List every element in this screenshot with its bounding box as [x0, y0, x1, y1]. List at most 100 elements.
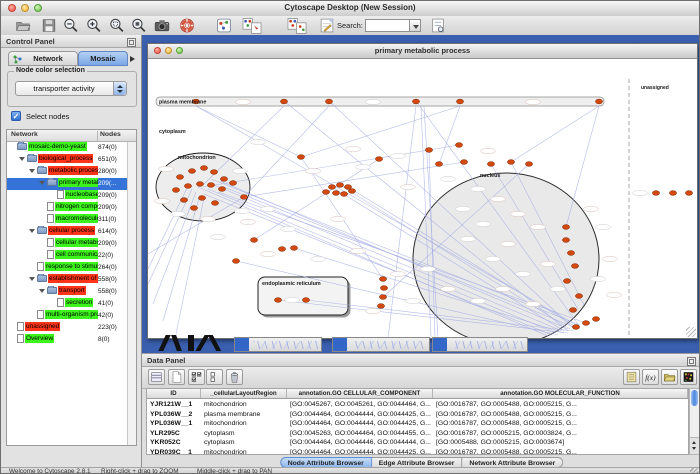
- network-node[interactable]: [232, 259, 239, 264]
- zoom-selected-region-icon[interactable]: [108, 17, 126, 34]
- tree-row-10[interactable]: response to stimulu264(0): [7, 262, 128, 274]
- network-node[interactable]: [412, 99, 419, 104]
- attribute-table[interactable]: ID_cellularLayoutRegionannotation.GO CEL…: [146, 388, 689, 455]
- network-node[interactable]: [172, 188, 179, 193]
- tree-row-13[interactable]: secretion41(0): [7, 298, 128, 310]
- table-cell[interactable]: [GO:0045267, GO:0045261, GO:0044464, G..…: [287, 400, 433, 410]
- table-cell[interactable]: YDR039C__1: [147, 448, 201, 456]
- network-node[interactable]: [188, 169, 195, 174]
- network-node[interactable]: [210, 170, 217, 175]
- network-window-resize-grip[interactable]: [686, 327, 696, 337]
- network-node[interactable]: [567, 251, 574, 256]
- network-node[interactable]: [563, 279, 570, 284]
- network-node[interactable]: [377, 304, 384, 309]
- table-cell[interactable]: [GO:0045263, GO:0044464, GO:0044455, G..…: [287, 429, 433, 439]
- table-column-header[interactable]: ID: [147, 389, 201, 399]
- table-cell[interactable]: YPL036W__2: [147, 410, 201, 420]
- tab-overflow-icon[interactable]: [128, 51, 138, 66]
- tree-row-8[interactable]: cellular metabo209(0): [7, 238, 128, 250]
- table-cell[interactable]: mitochondrion: [201, 448, 287, 456]
- table-column-header[interactable]: _cellularLayoutRegion: [201, 389, 287, 399]
- network-node[interactable]: [180, 198, 187, 203]
- network-node[interactable]: [380, 286, 387, 291]
- network-node[interactable]: [332, 191, 339, 196]
- table-cell[interactable]: YPL036W__1: [147, 419, 201, 429]
- table-cell[interactable]: cytoplasm: [201, 429, 287, 439]
- network-node[interactable]: [455, 143, 462, 148]
- network-node[interactable]: [297, 155, 304, 160]
- network-node[interactable]: [184, 184, 191, 189]
- network-node[interactable]: [200, 166, 207, 171]
- network-node[interactable]: [456, 99, 463, 104]
- node-color-dropdown[interactable]: transporter activity: [15, 81, 127, 96]
- network-node[interactable]: [220, 177, 227, 182]
- table-cell[interactable]: [GO:0016787, GO:0005488, GO:0005215, G..…: [433, 419, 688, 429]
- network-edge[interactable]: [244, 106, 329, 197]
- background-window-fragment[interactable]: [234, 337, 322, 352]
- tree-row-6[interactable]: macromolecule311(0): [7, 214, 128, 226]
- table-cell[interactable]: [GO:0044464, GO:0044444, GO:0044425, G..…: [287, 419, 433, 429]
- table-cell[interactable]: [GO:0044464, GO:0044444, GO:0044425, G..…: [287, 410, 433, 420]
- network-edge[interactable]: [196, 106, 301, 157]
- network-node[interactable]: [595, 99, 602, 104]
- table-cell[interactable]: [GO:0016787, GO:0005488, GO:0005215, G..…: [433, 448, 688, 456]
- network-node[interactable]: [328, 185, 335, 190]
- tree-row-15[interactable]: unassigned223(0): [7, 322, 128, 334]
- birdseye-view-icon[interactable]: [215, 17, 233, 34]
- network-node[interactable]: [435, 162, 442, 167]
- float-panel-icon[interactable]: [127, 38, 136, 47]
- network-node[interactable]: [340, 192, 347, 197]
- paste-network-style-icon[interactable]: [286, 17, 308, 34]
- minimize-window-icon[interactable]: [21, 4, 29, 12]
- network-node[interactable]: [685, 191, 692, 196]
- tree-row-2[interactable]: metabolic process280(0): [7, 166, 128, 178]
- network-canvas[interactable]: plasma membranecytoplasmmitochondrionnuc…: [148, 59, 697, 338]
- tree-row-4[interactable]: nucleobase-209(0): [7, 190, 128, 202]
- select-all-attributes-icon[interactable]: [188, 369, 205, 385]
- open-file-icon[interactable]: [14, 17, 32, 34]
- table-cell[interactable]: [GO:0016787, GO:0005488, GO:0005215, G..…: [433, 410, 688, 420]
- network-node[interactable]: [379, 277, 386, 282]
- table-cell[interactable]: [GO:0016787, GO:0005215, GO:0003824, G..…: [433, 429, 688, 439]
- network-node[interactable]: [569, 308, 576, 313]
- network-node[interactable]: [375, 157, 382, 162]
- table-scrollbar-arrows[interactable]: [690, 437, 699, 454]
- network-node[interactable]: [525, 162, 532, 167]
- float-panel-icon[interactable]: [687, 357, 696, 366]
- zoom-out-icon[interactable]: [62, 17, 80, 34]
- search-config-icon[interactable]: [429, 17, 447, 34]
- network-node[interactable]: [582, 321, 589, 326]
- network-edge[interactable]: [301, 106, 460, 157]
- window-resize-grip[interactable]: [690, 468, 698, 474]
- search-input[interactable]: [365, 19, 412, 32]
- network-window-titlebar[interactable]: primary metabolic process: [148, 44, 697, 59]
- table-cell[interactable]: cytoplasm: [201, 438, 287, 448]
- network-edge[interactable]: [439, 106, 460, 164]
- tab-mosaic[interactable]: Mosaic: [78, 51, 128, 66]
- network-node[interactable]: [425, 148, 432, 153]
- tab-network[interactable]: Network: [8, 51, 78, 66]
- take-snapshot-icon[interactable]: [153, 17, 171, 34]
- network-node[interactable]: [575, 294, 582, 299]
- tree-row-11[interactable]: establishment of lo558(0): [7, 274, 128, 286]
- network-node[interactable]: [325, 99, 332, 104]
- network-node[interactable]: [290, 246, 297, 251]
- background-window-fragment[interactable]: [332, 337, 430, 352]
- network-node[interactable]: [280, 99, 287, 104]
- table-cell[interactable]: mitochondrion: [201, 419, 287, 429]
- network-node[interactable]: [229, 181, 236, 186]
- network-node[interactable]: [507, 160, 514, 165]
- background-window-fragment[interactable]: [432, 337, 528, 352]
- table-cell[interactable]: YJR121W__1: [147, 400, 201, 410]
- table-cell[interactable]: [GO:0016787, GO:0005488, GO:0005215, G..…: [433, 400, 688, 410]
- network-node[interactable]: [652, 191, 659, 196]
- tree-row-7[interactable]: cellular process614(0): [7, 226, 128, 238]
- table-scrollbar[interactable]: [689, 388, 700, 455]
- network-node[interactable]: [198, 196, 205, 201]
- manual-layout-icon[interactable]: [318, 17, 336, 34]
- table-cell[interactable]: YLR295C: [147, 429, 201, 439]
- network-node[interactable]: [278, 247, 285, 252]
- help-lifebuoy-icon[interactable]: [178, 17, 196, 34]
- table-cell[interactable]: [GO:0044464, GO:0044444, GO:0044425, G..…: [287, 448, 433, 456]
- search-dropdown-icon[interactable]: [409, 19, 421, 32]
